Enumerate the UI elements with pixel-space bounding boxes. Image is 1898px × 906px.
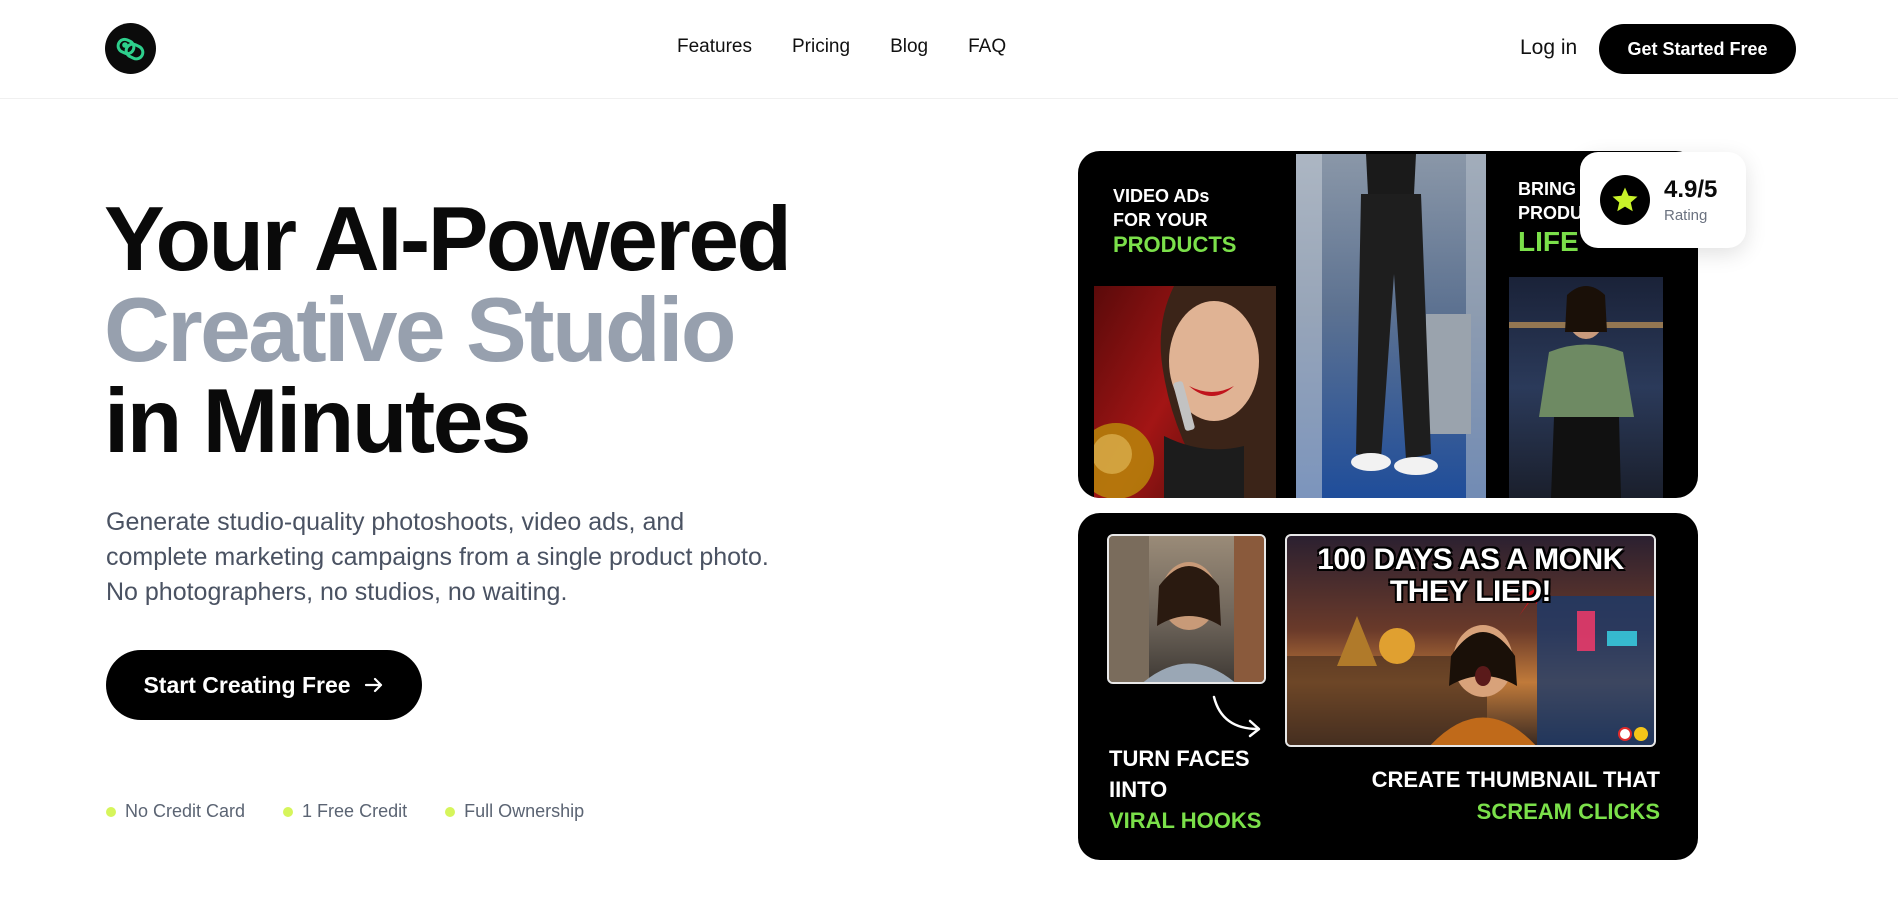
star-icon: [1612, 187, 1638, 212]
get-started-button[interactable]: Get Started Free: [1599, 24, 1796, 74]
caption-line: CREATE THUMBNAIL THAT: [1371, 767, 1660, 792]
caption-line: BRING: [1518, 179, 1576, 199]
nav-faq[interactable]: FAQ: [968, 36, 1006, 58]
emoji-reactions: [1618, 727, 1648, 741]
caption-line: VIDEO ADs: [1113, 186, 1210, 206]
green-tee-photo-art: [1509, 286, 1663, 498]
nav-features[interactable]: Features: [677, 36, 752, 58]
rating-label: Rating: [1664, 207, 1708, 224]
rating-text: 4.9/5 Rating: [1664, 176, 1717, 224]
start-creating-label: Start Creating Free: [143, 671, 351, 698]
site-header: Features Pricing Blog FAQ Log in Get Sta…: [0, 0, 1898, 99]
hero-title-line3: in Minutes: [104, 371, 531, 472]
arrow-right-icon: [364, 677, 382, 693]
caption-line: FOR YOUR: [1113, 210, 1208, 230]
caption-line: VIRAL HOOKS: [1109, 808, 1262, 833]
hero-description: Generate studio-quality photoshoots, vid…: [106, 508, 769, 606]
bullet-dot-icon: [445, 806, 456, 817]
rating-badge: 4.9/5 Rating: [1580, 152, 1746, 248]
pants-model-photo: [1296, 154, 1486, 498]
laugh-emoji-icon: [1634, 727, 1648, 741]
feature-label: No Credit Card: [125, 801, 246, 821]
lipstick-model-photo: [1094, 286, 1276, 498]
feature-label: 1 Free Credit: [302, 801, 408, 821]
caption-line: LIFE: [1518, 226, 1579, 257]
monk-thumbnail-photo: 100 DAYS AS A MONK THEY LIED!: [1285, 534, 1656, 747]
video-ads-caption: VIDEO ADs FOR YOUR PRODUCTS: [1113, 184, 1236, 258]
bullet-dot-icon: [283, 806, 294, 817]
caption-line: PRODU: [1518, 203, 1584, 223]
caption-line: IINTO: [1109, 777, 1168, 802]
feature-item: Full Ownership: [445, 801, 584, 822]
feature-item: No Credit Card: [106, 801, 245, 822]
logo[interactable]: [105, 23, 156, 74]
green-tee-model-photo: [1509, 277, 1663, 498]
hero-title-line2: Creative Studio: [104, 280, 736, 381]
thumbnail-card[interactable]: 100 DAYS AS A MONK THEY LIED! TURN FACES…: [1078, 513, 1698, 860]
hero-title: Your AI-Powered Creative Studio in Minut…: [104, 189, 792, 472]
rating-circle: [1600, 175, 1650, 225]
thumbnail-headline: 100 DAYS AS A MONK THEY LIED!: [1287, 544, 1654, 608]
create-thumbnail-caption: CREATE THUMBNAIL THAT SCREAM CLICKS: [1372, 764, 1660, 828]
caption-line: SCREAM CLICKS: [1476, 799, 1660, 824]
nav-blog[interactable]: Blog: [890, 36, 928, 58]
feature-list: No Credit Card 1 Free Credit Full Owners…: [106, 801, 584, 822]
hero-title-line1: Your AI-Powered: [104, 189, 792, 290]
pants-photo-art: [1296, 154, 1486, 498]
caption-line: PRODUCTS: [1113, 232, 1237, 257]
caption-line: TURN FACES: [1109, 746, 1250, 771]
bring-life-caption: BRING PRODU LIFE: [1518, 177, 1583, 259]
thumbnail-headline-line: 100 DAYS AS A MONK: [1317, 543, 1624, 576]
selfie-photo-art: [1109, 536, 1264, 682]
nav-pricing[interactable]: Pricing: [792, 36, 850, 58]
login-link[interactable]: Log in: [1520, 36, 1577, 60]
thumbnail-headline-line: THEY LIED!: [1389, 575, 1552, 608]
start-creating-button[interactable]: Start Creating Free: [106, 650, 422, 720]
lipstick-photo-art: [1094, 286, 1276, 498]
selfie-photo: [1107, 534, 1266, 684]
reaction-icon: [1618, 727, 1632, 741]
main-nav: Features Pricing Blog FAQ: [677, 36, 1006, 58]
feature-label: Full Ownership: [464, 801, 585, 821]
bullet-dot-icon: [106, 806, 116, 817]
feature-item: 1 Free Credit: [283, 801, 407, 822]
turn-faces-caption: TURN FACES IINTO VIRAL HOOKS: [1109, 743, 1261, 836]
curved-arrow-icon: [1212, 695, 1261, 738]
link-loop-logo-icon: [116, 37, 144, 60]
rating-value: 4.9/5: [1664, 176, 1718, 203]
